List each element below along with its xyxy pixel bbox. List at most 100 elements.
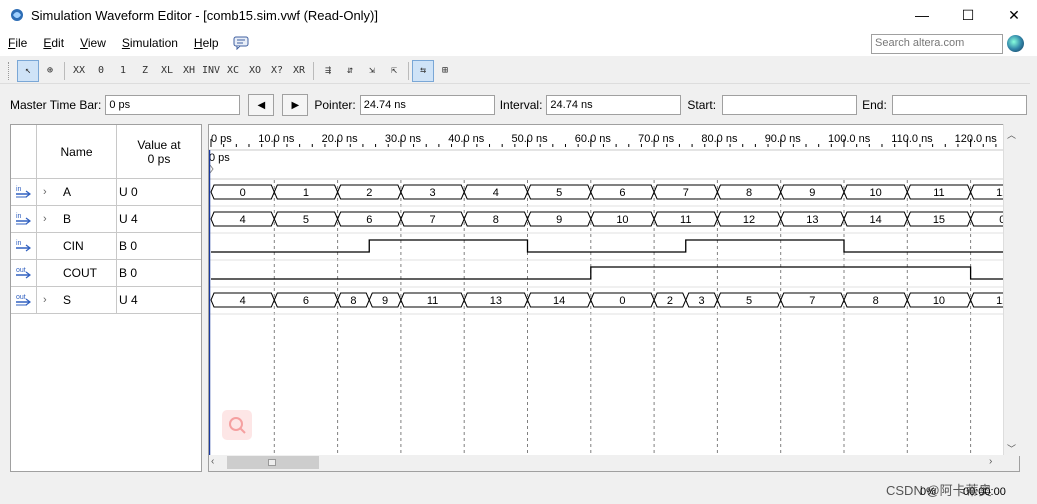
scroll-up-icon[interactable]: ︿ (1007, 128, 1016, 141)
signal-name: CIN (63, 239, 84, 253)
arbitrary-value-icon[interactable]: X? (266, 60, 288, 82)
bus-value-label: 7 (683, 187, 689, 199)
expand-chevron-icon[interactable]: › (43, 213, 55, 225)
force-low-icon[interactable]: 0 (90, 60, 112, 82)
search-input[interactable]: Search altera.com (871, 34, 1003, 54)
menu-edit[interactable]: Edit (35, 36, 72, 50)
clock-value-icon[interactable]: XO (244, 60, 266, 82)
previous-transition-button[interactable]: ◀ (248, 94, 275, 116)
title-bar[interactable]: Simulation Waveform Editor - [comb15.sim… (0, 0, 1037, 30)
weak-low-icon[interactable]: XL (156, 60, 178, 82)
signal-name: S (63, 293, 72, 307)
icon-column-header (11, 125, 37, 179)
next-transition-button[interactable]: ▶ (282, 94, 309, 116)
count-value-icon[interactable]: XC (222, 60, 244, 82)
group-icon[interactable]: ⇲ (361, 60, 383, 82)
time-tick-label: 10.0 ns (258, 133, 295, 145)
svg-text:in: in (16, 186, 22, 193)
bus-value-label: 8 (873, 295, 879, 307)
bus-value-label: 10 (933, 295, 945, 307)
input-pin-bus-icon: in (11, 179, 37, 205)
signal-value: B 0 (119, 266, 138, 280)
toolbar-grip[interactable] (8, 61, 11, 80)
value-header-line2: 0 ps (147, 152, 171, 166)
bus-value-label: 9 (382, 295, 388, 307)
bus-value-label: 15 (933, 214, 945, 226)
logic-wave-cin[interactable] (211, 239, 1020, 253)
menu-view[interactable]: View (72, 36, 114, 50)
value-header-line1: Value at (137, 138, 181, 152)
reverse-group-icon[interactable]: ⇱ (383, 60, 405, 82)
master-time-marker-label: 0 ps (209, 152, 230, 164)
bus-value-label: 5 (303, 214, 309, 226)
master-time-marker-icon (209, 164, 214, 174)
zoom-tool-icon[interactable]: ⊕ (39, 60, 61, 82)
signal-row-cout[interactable]: out COUT B 0 (11, 260, 201, 287)
input-pin-icon: in (11, 233, 37, 259)
time-tick-label: 40.0 ns (448, 133, 485, 145)
name-column-header[interactable]: Name (37, 125, 117, 179)
snap-to-grid-icon[interactable]: ⇶ (317, 60, 339, 82)
bus-value-label: 8 (493, 214, 499, 226)
logic-wave-cout[interactable] (211, 266, 1020, 280)
horizontal-scroll-thumb[interactable] (227, 456, 319, 469)
scroll-left-icon[interactable]: ‹ (211, 456, 214, 467)
waveform-canvas[interactable]: 0 ps 10.0 ns 20.0 ns 30.0 ns 40.0 ns 50.0 ns 6… (209, 125, 1020, 472)
scroll-right-icon[interactable]: › (989, 456, 992, 467)
expand-chevron-icon[interactable]: › (43, 186, 55, 198)
svg-text:in: in (16, 240, 22, 247)
signal-row-cin[interactable]: in CIN B 0 (11, 233, 201, 260)
grid-settings-icon[interactable]: ⊞ (434, 60, 456, 82)
bus-value-label: 8 (746, 187, 752, 199)
interval-field[interactable]: 24.74 ns (546, 95, 682, 115)
bus-value-label: 4 (240, 214, 246, 226)
scroll-down-icon[interactable]: ﹀ (1007, 442, 1016, 455)
minimize-button[interactable]: — (899, 0, 945, 30)
value-column-header[interactable]: Value at 0 ps (117, 125, 201, 179)
bus-value-label: 7 (809, 295, 815, 307)
pointer-field[interactable]: 24.74 ns (359, 95, 495, 115)
status-bar: CSDN @阿卡蒂奥 0% 00:00:00 (0, 480, 1037, 504)
waveform-panel[interactable]: 0 ps 10.0 ns 20.0 ns 30.0 ns 40.0 ns 50.0 ns 6… (208, 124, 1020, 472)
toolbar-separator (64, 61, 65, 80)
bus-value-label: 4 (493, 187, 499, 199)
feedback-chat-icon[interactable] (233, 36, 249, 50)
signal-row-b[interactable]: in › B U 4 (11, 206, 201, 233)
bus-value-label: 9 (809, 187, 815, 199)
ungroup-icon[interactable]: ⇵ (339, 60, 361, 82)
bus-value-label: 5 (556, 187, 562, 199)
signal-name: COUT (63, 266, 97, 280)
horizontal-scrollbar[interactable]: ‹ › (209, 455, 1019, 471)
menu-simulation[interactable]: Simulation (114, 36, 186, 50)
time-tick-label: 20.0 ns (322, 133, 359, 145)
toolbar-separator (408, 61, 409, 80)
bus-value-label: 3 (699, 295, 705, 307)
globe-icon[interactable] (1007, 35, 1024, 52)
weak-high-icon[interactable]: XH (178, 60, 200, 82)
signal-row-a[interactable]: in › A U 0 (11, 179, 201, 206)
force-high-icon[interactable]: 1 (112, 60, 134, 82)
high-impedance-icon[interactable]: Z (134, 60, 156, 82)
time-tick-label: 80.0 ns (701, 133, 738, 145)
bus-value-label: 6 (619, 187, 625, 199)
random-value-icon[interactable]: XR (288, 60, 310, 82)
signal-value: U 4 (119, 293, 138, 307)
signal-name-panel: Name Value at 0 ps in › A U 0 in › B U 4 in CIN B 0… (10, 124, 202, 472)
maximize-button[interactable]: ☐ (945, 0, 991, 30)
start-field[interactable] (722, 95, 858, 115)
master-time-bar-field[interactable]: 0 ps (105, 95, 241, 115)
output-pin-icon: out (11, 260, 37, 286)
close-button[interactable]: ✕ (991, 0, 1037, 30)
unknown-value-icon[interactable]: XX (68, 60, 90, 82)
invert-icon[interactable]: INV (200, 60, 222, 82)
menu-help[interactable]: Help (186, 36, 227, 50)
signal-row-s[interactable]: out › S U 4 (11, 287, 201, 314)
end-field[interactable] (891, 95, 1027, 115)
vertical-scrollbar[interactable]: ︿ ﹀ (1003, 124, 1020, 456)
bus-value-label: 5 (746, 295, 752, 307)
pointer-tool-icon[interactable]: ↖ (17, 59, 39, 82)
menu-file[interactable]: File (0, 36, 35, 50)
expand-chevron-icon[interactable]: › (43, 294, 55, 306)
bus-value-label: 9 (556, 214, 562, 226)
overwrite-clock-icon[interactable]: ⇆ (412, 59, 434, 82)
